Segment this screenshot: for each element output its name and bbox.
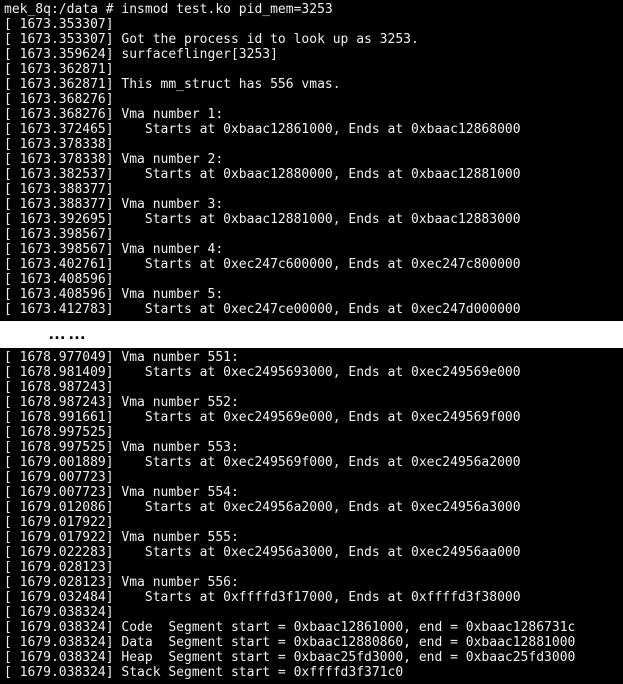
- ellipsis-gap: ……: [0, 321, 623, 348]
- terminal-output-bottom: [ 1678.977049] Vma number 551: [ 1678.98…: [0, 348, 623, 684]
- terminal-output-top: mek_8q:/data # insmod test.ko pid_mem=32…: [0, 0, 623, 321]
